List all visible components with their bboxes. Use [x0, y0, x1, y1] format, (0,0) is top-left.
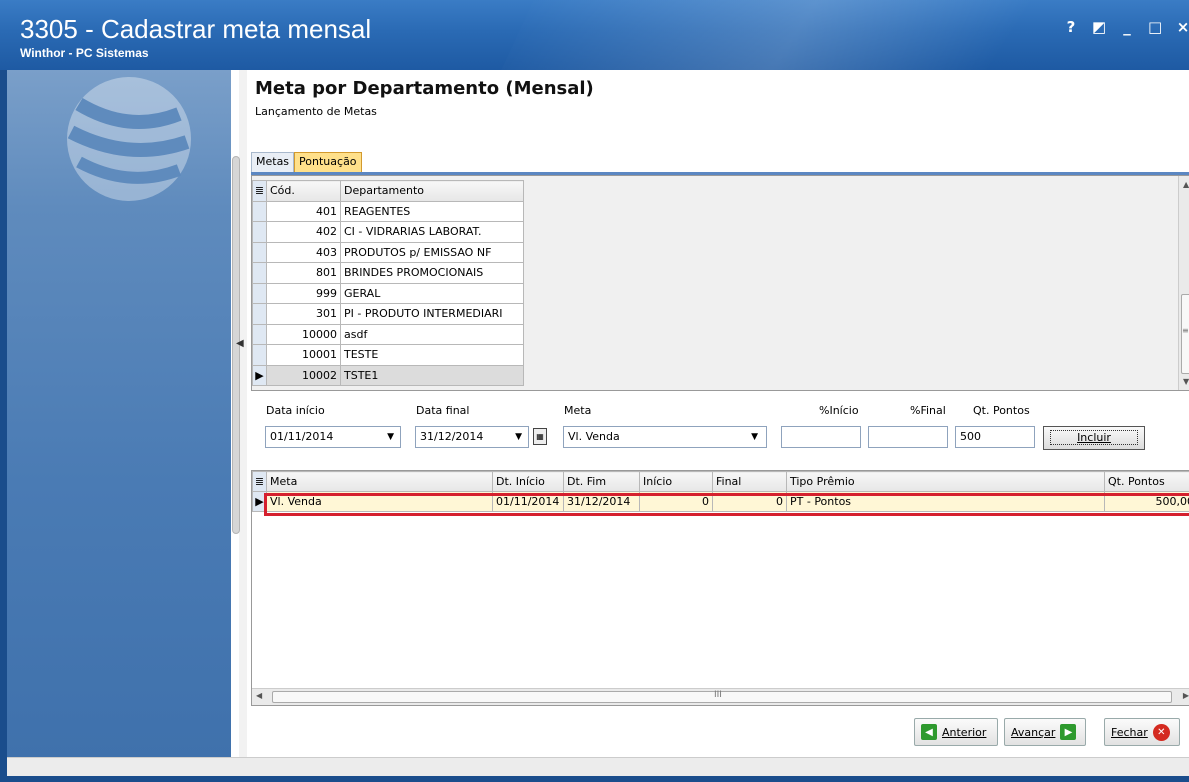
qt-pontos-input[interactable]: 500 — [955, 426, 1035, 448]
pct-final-label: %Final — [910, 404, 946, 417]
table-row[interactable]: 301 PI - PRODUTO INTERMEDIARI — [252, 303, 524, 325]
collapse-arrow-icon[interactable]: ◀ — [236, 338, 244, 349]
close-icon[interactable]: × — [1176, 18, 1189, 36]
column-header-qt-pontos[interactable]: Qt. Pontos — [1104, 471, 1189, 492]
data-inicio-select[interactable]: 01/11/2014 ▼ — [265, 426, 401, 448]
restore-icon[interactable]: ◩ — [1092, 18, 1106, 36]
table-row[interactable]: 801 BRINDES PROMOCIONAIS — [252, 262, 524, 284]
page-title: Meta por Departamento (Mensal) — [255, 78, 594, 99]
data-inicio-label: Data início — [266, 404, 325, 417]
winthor-logo-icon — [67, 77, 191, 201]
arrow-left-icon: ◀ — [921, 724, 937, 740]
departments-panel: ≣ Cód. Departamento 401 REAGENTES 402 CI -… — [251, 175, 1189, 391]
table-row[interactable]: 402 CI - VIDRARIAS LABORAT. — [252, 221, 524, 243]
column-header-meta[interactable]: Meta — [266, 471, 493, 492]
departments-grid: ≣ Cód. Departamento 401 REAGENTES 402 CI -… — [252, 180, 524, 386]
data-final-select[interactable]: 31/12/2014 ▼ — [415, 426, 529, 448]
title-bar: 3305 - Cadastrar meta mensal Winthor - P… — [0, 0, 1189, 70]
maximize-icon[interactable]: □ — [1148, 18, 1162, 36]
scroll-down-icon[interactable]: ▼ — [1183, 377, 1189, 386]
goal-form: Data início 01/11/2014 ▼ Data final 31/1… — [247, 400, 1189, 458]
scroll-right-icon[interactable]: ▶ — [1183, 691, 1189, 700]
horizontal-scrollbar[interactable]: ◀ III ▶ — [252, 688, 1189, 705]
column-header-code[interactable]: Cód. — [266, 180, 341, 202]
pct-final-input[interactable] — [868, 426, 948, 448]
fechar-button[interactable]: Fechar ✕ — [1104, 718, 1180, 746]
goals-grid-container: ≣ Meta Dt. Início Dt. Fim Início Final T… — [251, 470, 1189, 706]
grid-menu-icon[interactable]: ≣ — [252, 180, 267, 202]
table-row[interactable]: 999 GERAL — [252, 282, 524, 304]
window-title: 3305 - Cadastrar meta mensal — [20, 14, 372, 44]
tab-metas[interactable]: Metas — [251, 152, 295, 172]
calendar-icon[interactable]: ▦ — [533, 428, 547, 445]
minimize-icon[interactable]: _ — [1120, 18, 1134, 36]
main-window: 3305 - Cadastrar meta mensal Winthor - P… — [0, 0, 1189, 782]
status-bar — [7, 757, 1189, 776]
table-row[interactable]: 10000 asdf — [252, 323, 524, 345]
pct-inicio-label: %Início — [819, 404, 859, 417]
pct-inicio-input[interactable] — [781, 426, 861, 448]
incluir-button[interactable]: Incluir — [1043, 426, 1145, 450]
anterior-button[interactable]: ◀ Anterior — [914, 718, 998, 746]
column-header-inicio[interactable]: Início — [639, 471, 713, 492]
table-row[interactable]: 10001 TESTE — [252, 344, 524, 366]
meta-label: Meta — [564, 404, 592, 417]
avancar-button[interactable]: Avançar ▶ — [1004, 718, 1086, 746]
table-row[interactable]: ▶ Vl. Venda 01/11/2014 31/12/2014 0 0 PT… — [252, 491, 1189, 512]
column-header-tipo-premio[interactable]: Tipo Prêmio — [786, 471, 1105, 492]
tab-pontuacao[interactable]: Pontuação — [294, 152, 362, 172]
chevron-down-icon[interactable]: ▼ — [387, 432, 394, 442]
scroll-up-icon[interactable]: ▲ — [1183, 180, 1189, 189]
content-area: Meta por Departamento (Mensal) Lançament… — [247, 70, 1189, 758]
goals-grid: ≣ Meta Dt. Início Dt. Fim Início Final T… — [252, 471, 1189, 512]
row-pointer-icon: ▶ — [252, 491, 267, 512]
meta-select[interactable]: Vl. Venda ▼ — [563, 426, 767, 448]
tab-bar: Metas Pontuação — [251, 152, 362, 172]
arrow-right-icon: ▶ — [1060, 724, 1077, 740]
table-row[interactable]: 401 REAGENTES — [252, 200, 524, 222]
column-header-dt-fim[interactable]: Dt. Fim — [563, 471, 640, 492]
window-subtitle: Winthor - PC Sistemas — [20, 46, 149, 60]
column-header-department[interactable]: Departamento — [340, 180, 524, 202]
column-header-final[interactable]: Final — [712, 471, 787, 492]
vertical-scrollbar[interactable]: ▲ ≡ ▼ — [1178, 176, 1189, 390]
row-pointer-icon: ▶ — [252, 364, 267, 386]
chevron-down-icon[interactable]: ▼ — [751, 432, 758, 442]
data-final-label: Data final — [416, 404, 470, 417]
scroll-left-icon[interactable]: ◀ — [256, 691, 262, 700]
table-row-current[interactable]: ▶ 10002 TSTE1 — [252, 364, 524, 386]
table-row[interactable]: 403 PRODUTOS p/ EMISSAO NF — [252, 241, 524, 263]
qt-pontos-label: Qt. Pontos — [973, 404, 1030, 417]
page-subtitle: Lançamento de Metas — [255, 105, 377, 118]
close-icon: ✕ — [1152, 723, 1170, 741]
left-panel — [7, 70, 239, 758]
chevron-down-icon[interactable]: ▼ — [515, 432, 522, 442]
help-icon[interactable]: ? — [1064, 18, 1078, 36]
grid-menu-icon[interactable]: ≣ — [252, 471, 267, 492]
window-controls: ? ◩ _ □ × — [1064, 18, 1189, 36]
scroll-thumb[interactable] — [272, 691, 1172, 703]
column-header-dt-inicio[interactable]: Dt. Início — [492, 471, 564, 492]
